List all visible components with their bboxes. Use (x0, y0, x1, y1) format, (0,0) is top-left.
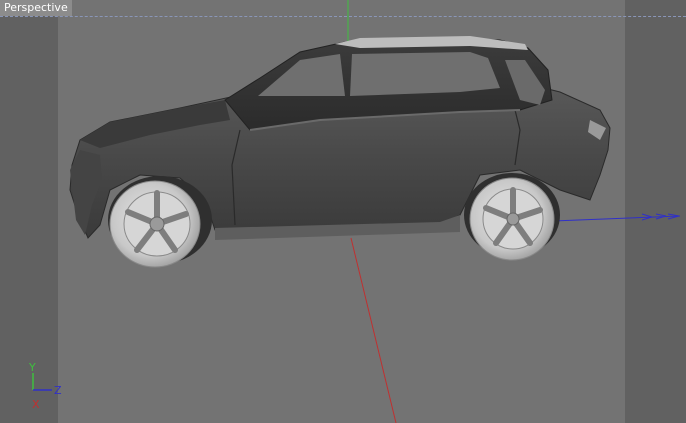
world-z-axis-line (552, 215, 681, 222)
world-x-axis-line (350, 237, 397, 423)
gizmo-z-label: Z (54, 384, 62, 397)
rear-wheel (469, 177, 555, 261)
car-model[interactable] (69, 36, 611, 268)
gizmo-x-label: X (32, 398, 40, 411)
scene-canvas[interactable]: Y Z X (0, 0, 686, 423)
front-wheel (109, 180, 201, 268)
gizmo-y-label: Y (28, 361, 36, 374)
car-rear-window (350, 52, 500, 96)
viewport-title[interactable]: Perspective (0, 0, 72, 16)
axis-gizmo: Y Z X (28, 361, 62, 411)
perspective-viewport[interactable]: Y Z X Perspective (0, 0, 686, 423)
